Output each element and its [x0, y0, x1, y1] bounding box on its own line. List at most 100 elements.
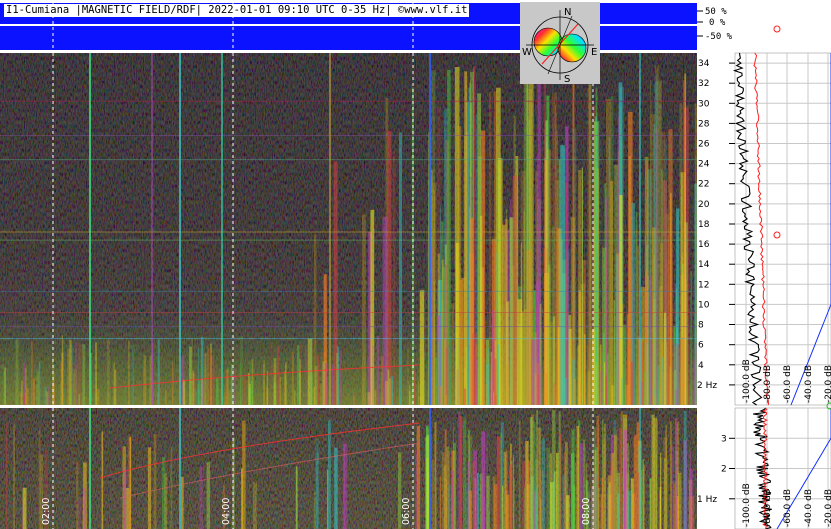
low-burst-streak — [549, 453, 552, 529]
burst-streak — [469, 206, 471, 405]
noise-streak — [228, 390, 231, 405]
burst-streak — [595, 87, 598, 405]
burst-streak — [451, 303, 454, 405]
noise-streak — [194, 389, 198, 405]
low-burst-streak — [616, 473, 621, 529]
noise-streak — [604, 362, 606, 405]
noise-streak — [248, 373, 250, 405]
burst-streak — [679, 103, 683, 405]
noise-streak — [96, 388, 100, 405]
low-burst-streak — [593, 427, 597, 529]
burst-streak — [439, 205, 441, 405]
freq-tick-26: 26 — [698, 140, 710, 150]
noise-streak — [2, 364, 4, 405]
noise-streak — [381, 356, 384, 405]
noise-streak — [266, 387, 269, 405]
low-burst-streak — [127, 436, 132, 529]
low-burst-streak — [663, 437, 667, 529]
noise-streak — [549, 358, 551, 405]
low-burst-streak — [416, 425, 421, 529]
low-burst-streak — [536, 487, 538, 529]
noise-streak — [206, 346, 209, 405]
direction-compass: N S E W — [520, 2, 600, 84]
low-burst-streak — [611, 453, 615, 529]
noise-streak — [493, 392, 495, 405]
burst-streak — [520, 170, 526, 405]
noise-streak — [580, 386, 582, 405]
low-burst-streak — [76, 462, 79, 529]
noise-streak — [413, 369, 416, 405]
freq-tick-28: 28 — [698, 119, 710, 129]
noise-streak — [611, 385, 614, 405]
burst-streak — [526, 250, 531, 405]
low-burst-streak — [670, 421, 672, 529]
low-burst-streak — [598, 488, 600, 529]
noise-streak — [657, 366, 659, 405]
noise-streak — [435, 357, 438, 405]
low-burst-streak — [563, 452, 566, 529]
noise-streak — [291, 351, 294, 405]
low-burst-streak — [170, 446, 173, 529]
noise-streak — [510, 372, 512, 405]
low-burst-streak — [496, 436, 501, 529]
db-tick--100: -100.0 dB — [742, 359, 752, 403]
noise-streak — [192, 370, 194, 405]
burst-streak — [564, 181, 568, 405]
low-burst-streak — [683, 411, 687, 529]
noise-streak — [283, 371, 286, 405]
low-burst-streak — [486, 476, 490, 529]
noise-streak — [692, 359, 696, 405]
noise-streak — [244, 377, 247, 405]
time-tick-04:00: 04:00 — [221, 498, 232, 525]
noise-streak — [437, 341, 440, 405]
percent-label-50: 50 % — [705, 7, 727, 17]
low-burst-streak — [447, 485, 452, 529]
burst-streak — [362, 214, 366, 405]
time-tick-06:00: 06:00 — [401, 498, 412, 525]
low-burst-streak — [533, 421, 536, 529]
low-burst-streak — [472, 461, 475, 529]
low-burst-streak — [601, 477, 604, 529]
low-burst-streak — [546, 447, 550, 529]
db-tick--80: -80.0 dB — [763, 365, 773, 403]
db-tick--60: -60.0 dB — [783, 365, 793, 403]
noise-streak — [545, 373, 548, 405]
freq-tick-30: 30 — [698, 99, 710, 109]
freq-tick-4: 4 — [698, 361, 704, 371]
noise-streak — [600, 370, 603, 405]
noise-streak — [182, 379, 186, 405]
noise-streak — [450, 336, 452, 405]
db-tick--20: -20.0 dB — [824, 365, 831, 403]
page-title: I1-Cumiana |MAGNETIC FIELD/RDF| 2022-01-… — [4, 4, 470, 17]
low-burst-streak — [153, 434, 157, 529]
burst-streak — [668, 129, 673, 405]
low-burst-streak — [522, 461, 526, 529]
freq-tick-22: 22 — [698, 180, 709, 190]
noise-streak — [595, 365, 597, 405]
noise-streak — [534, 372, 537, 405]
low-burst-streak — [476, 472, 479, 529]
noise-streak — [339, 350, 342, 405]
noise-streak — [279, 376, 281, 405]
noise-streak — [390, 376, 393, 405]
low-burst-streak — [439, 476, 441, 529]
burst-streak — [419, 290, 425, 405]
low-burst-streak — [463, 417, 467, 529]
noise-streak — [47, 386, 50, 405]
noise-streak — [675, 389, 678, 405]
low-burst-streak — [123, 469, 127, 529]
noise-streak — [197, 347, 199, 405]
low-burst-streak — [649, 478, 652, 529]
low-burst-streak — [653, 417, 658, 529]
burst-streak — [616, 254, 619, 405]
db-tick--40: -40.0 dB — [804, 365, 814, 403]
burst-streak — [655, 65, 660, 405]
low-db-tick--80: -80.0 dB — [763, 489, 773, 527]
burst-streak — [442, 281, 445, 405]
noise-streak — [662, 372, 664, 405]
burst-streak — [619, 195, 623, 405]
noise-streak — [621, 377, 623, 405]
low-burst-streak — [626, 490, 631, 529]
burst-streak — [399, 132, 402, 405]
burst-streak — [581, 167, 583, 405]
